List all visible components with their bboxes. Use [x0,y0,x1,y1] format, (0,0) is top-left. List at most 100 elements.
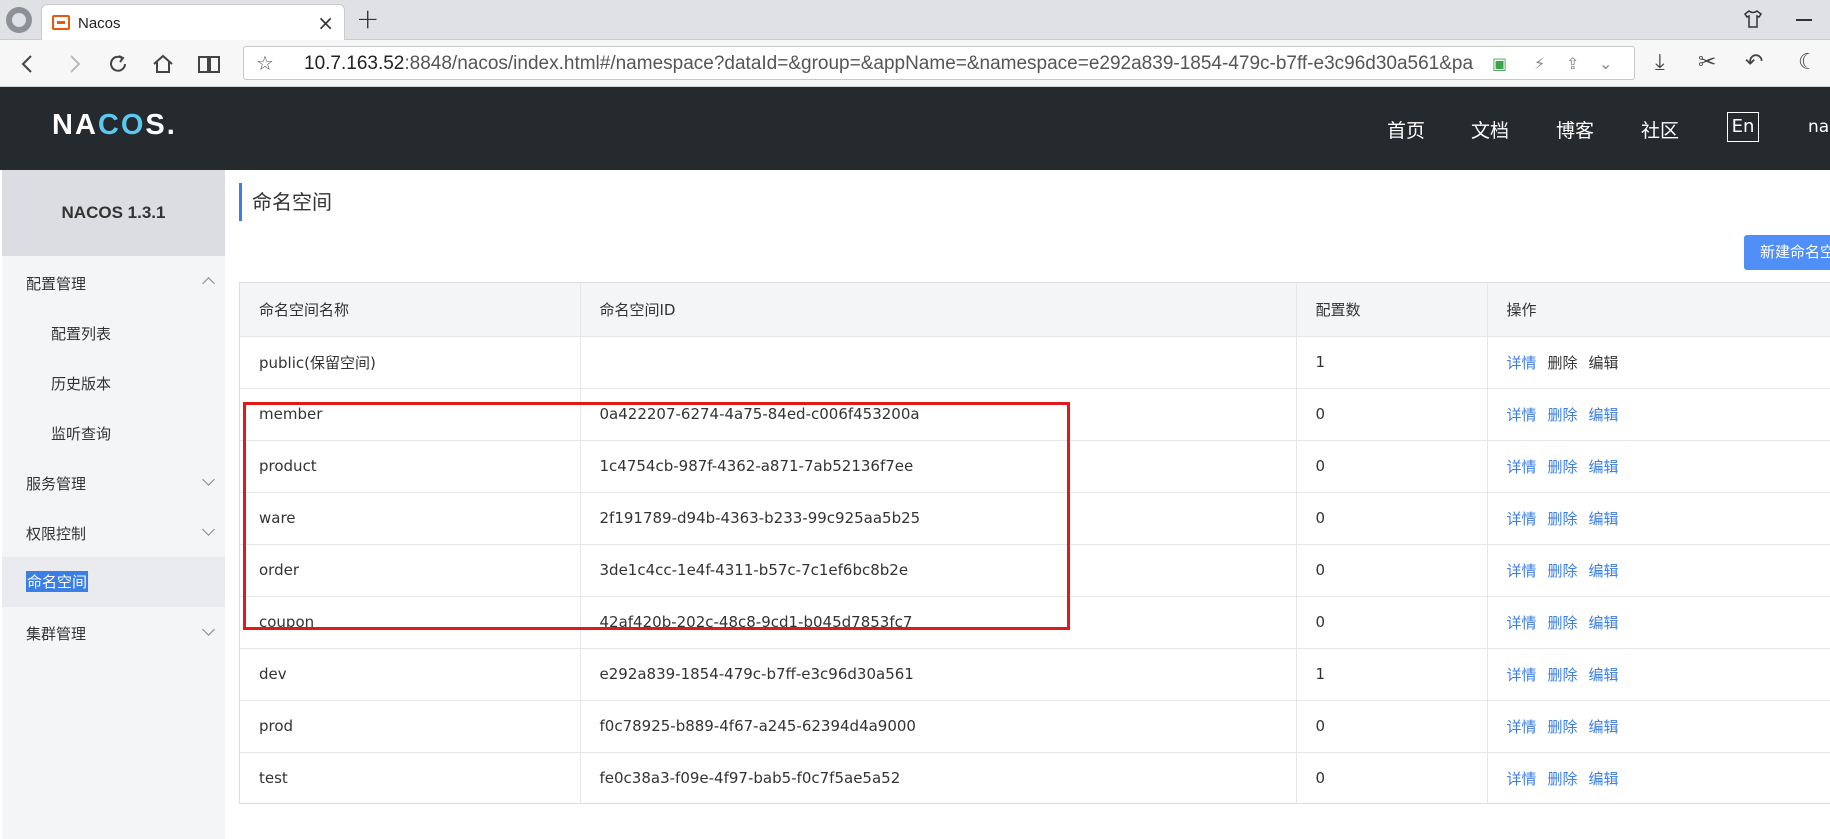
table-row: public(保留空间) 1 详情 删除 编辑 [240,336,1830,389]
table-row: coupon 42af420b-202c-48c8-9cd1-b045d7853f… [240,596,1830,649]
url-dropdown-icon[interactable]: ⌄ [1599,54,1612,73]
sidebar-item-history[interactable]: 历史版本 [2,363,225,403]
table-row: ware 2f191789-d94b-4363-b233-99c925aa5b25… [240,492,1830,545]
namespace-id-cell: 42af420b-202c-48c8-9cd1-b045d7853fc7 [579,596,1296,649]
detail-link[interactable]: 详情 [1507,354,1537,372]
user-name[interactable]: nacos [1808,117,1830,137]
delete-link[interactable]: 删除 [1548,406,1578,424]
namespace-name-cell: order [240,544,580,597]
actions-cell: 详情 删除 编辑 [1486,544,1830,597]
share-icon[interactable]: ⇪ [1566,54,1579,73]
nav-docs[interactable]: 文档 [1471,116,1509,143]
delete-link[interactable]: 删除 [1548,354,1578,372]
nacos-header: NACOS. 首页 文档 博客 社区 En nacos [0,87,1830,170]
table-row: member 0a422207-6274-4a75-84ed-c006f45320… [240,388,1830,441]
reading-mode-icon[interactable] [193,48,225,80]
delete-link[interactable]: 删除 [1548,718,1578,736]
namespace-id-cell: f0c78925-b889-4f67-a245-62394d4a9000 [579,700,1296,753]
detail-link[interactable]: 详情 [1507,666,1537,684]
sidebar-item-access-control[interactable]: 权限控制 [2,513,225,553]
detail-link[interactable]: 详情 [1507,406,1537,424]
table-row: dev e292a839-1854-479c-b7ff-e3c96d30a561 1… [240,648,1830,701]
language-toggle[interactable]: En [1727,112,1759,142]
sidebar-item-cluster-management[interactable]: 集群管理 [2,613,225,653]
column-header-actions: 操作 [1486,283,1830,337]
page-title: 命名空间 [239,183,332,221]
home-icon[interactable] [147,48,179,80]
delete-link[interactable]: 删除 [1548,614,1578,632]
sidebar-item-listener-query[interactable]: 监听查询 [2,413,225,453]
address-toolbar: ☆ 10.7.163.52:8848/nacos/index.html#/nam… [0,40,1830,87]
new-namespace-button[interactable]: 新建命名空间 [1744,235,1830,270]
config-count-cell: 0 [1295,596,1487,649]
actions-cell: 详情 删除 编辑 [1486,388,1830,441]
delete-link[interactable]: 删除 [1548,562,1578,580]
namespace-id-cell: 0a422207-6274-4a75-84ed-c006f453200a [579,388,1296,441]
namespace-id-cell: 2f191789-d94b-4363-b233-99c925aa5b25 [579,492,1296,545]
edit-link[interactable]: 编辑 [1589,770,1619,788]
sidebar: NACOS 1.3.1 配置管理 配置列表 历史版本 监听查询 服务管理 权限控… [2,170,225,839]
nacos-logo[interactable]: NACOS. [52,109,177,142]
browser-logo-icon[interactable] [6,7,32,33]
namespace-name-cell: member [240,388,580,441]
reader-icon[interactable]: ▣ [1492,54,1507,73]
nav-community[interactable]: 社区 [1641,116,1679,143]
config-count-cell: 0 [1295,752,1487,804]
edit-link[interactable]: 编辑 [1589,510,1619,528]
sidebar-item-namespace[interactable]: 命名空间 [2,557,225,607]
url-input[interactable]: ☆ 10.7.163.52:8848/nacos/index.html#/nam… [243,46,1635,80]
namespace-id-cell: 1c4754cb-987f-4362-a871-7ab52136f7ee [579,440,1296,493]
speed-icon[interactable]: ⚡ [1534,54,1545,73]
edit-link[interactable]: 编辑 [1589,666,1619,684]
detail-link[interactable]: 详情 [1507,458,1537,476]
edit-link[interactable]: 编辑 [1589,614,1619,632]
namespace-name-cell: product [240,440,580,493]
tab-close-icon[interactable]: × [317,11,334,35]
namespace-id-cell: e292a839-1854-479c-b7ff-e3c96d30a561 [579,648,1296,701]
detail-link[interactable]: 详情 [1507,562,1537,580]
chevron-down-icon [202,473,215,486]
bookmark-star-icon[interactable]: ☆ [256,51,274,75]
table-row: test fe0c38a3-f09e-4f97-bab5-f0c7f5ae5a52… [240,752,1830,804]
actions-cell: 详情 删除 编辑 [1486,700,1830,753]
edit-link[interactable]: 编辑 [1589,406,1619,424]
browser-tab-bar: Nacos × + [0,0,1830,40]
detail-link[interactable]: 详情 [1507,718,1537,736]
namespace-id-cell: 3de1c4cc-1e4f-4311-b57c-7c1ef6bc8b2e [579,544,1296,597]
night-mode-icon[interactable]: ☾ [1798,50,1818,75]
new-tab-icon[interactable]: + [356,2,379,35]
config-count-cell: 1 [1295,648,1487,701]
namespace-name-cell: test [259,769,288,788]
sidebar-item-config-list[interactable]: 配置列表 [2,313,225,353]
namespace-id-cell: fe0c38a3-f09e-4f97-bab5-f0c7f5ae5a52 [579,752,1296,804]
cut-icon[interactable]: ✂ [1698,50,1716,75]
back-icon[interactable] [12,48,44,80]
sidebar-item-service-management[interactable]: 服务管理 [2,463,225,503]
skin-icon[interactable] [1743,9,1763,29]
reload-icon[interactable] [102,48,134,80]
tab-title: Nacos [78,15,121,32]
nav-home[interactable]: 首页 [1387,116,1425,143]
nav-blog[interactable]: 博客 [1556,116,1594,143]
delete-link[interactable]: 删除 [1548,510,1578,528]
delete-link[interactable]: 删除 [1548,666,1578,684]
edit-link[interactable]: 编辑 [1589,718,1619,736]
edit-link[interactable]: 编辑 [1589,562,1619,580]
delete-link[interactable]: 删除 [1548,458,1578,476]
detail-link[interactable]: 详情 [1507,510,1537,528]
minimize-icon[interactable] [1796,19,1812,21]
sidebar-item-config-management[interactable]: 配置管理 [2,263,225,303]
detail-link[interactable]: 详情 [1507,614,1537,632]
column-header-count: 配置数 [1295,283,1487,337]
table-row: prod f0c78925-b889-4f67-a245-62394d4a9000… [240,700,1830,753]
detail-link[interactable]: 详情 [1507,770,1537,788]
download-icon[interactable]: ⤓ [1655,50,1665,75]
undo-icon[interactable]: ↶ [1745,50,1763,75]
edit-link[interactable]: 编辑 [1589,458,1619,476]
edit-link[interactable]: 编辑 [1589,354,1619,372]
config-count-cell: 0 [1295,544,1487,597]
forward-icon[interactable] [58,48,90,80]
browser-tab[interactable]: Nacos × [41,4,345,40]
config-count-cell: 0 [1295,388,1487,441]
delete-link[interactable]: 删除 [1548,770,1578,788]
